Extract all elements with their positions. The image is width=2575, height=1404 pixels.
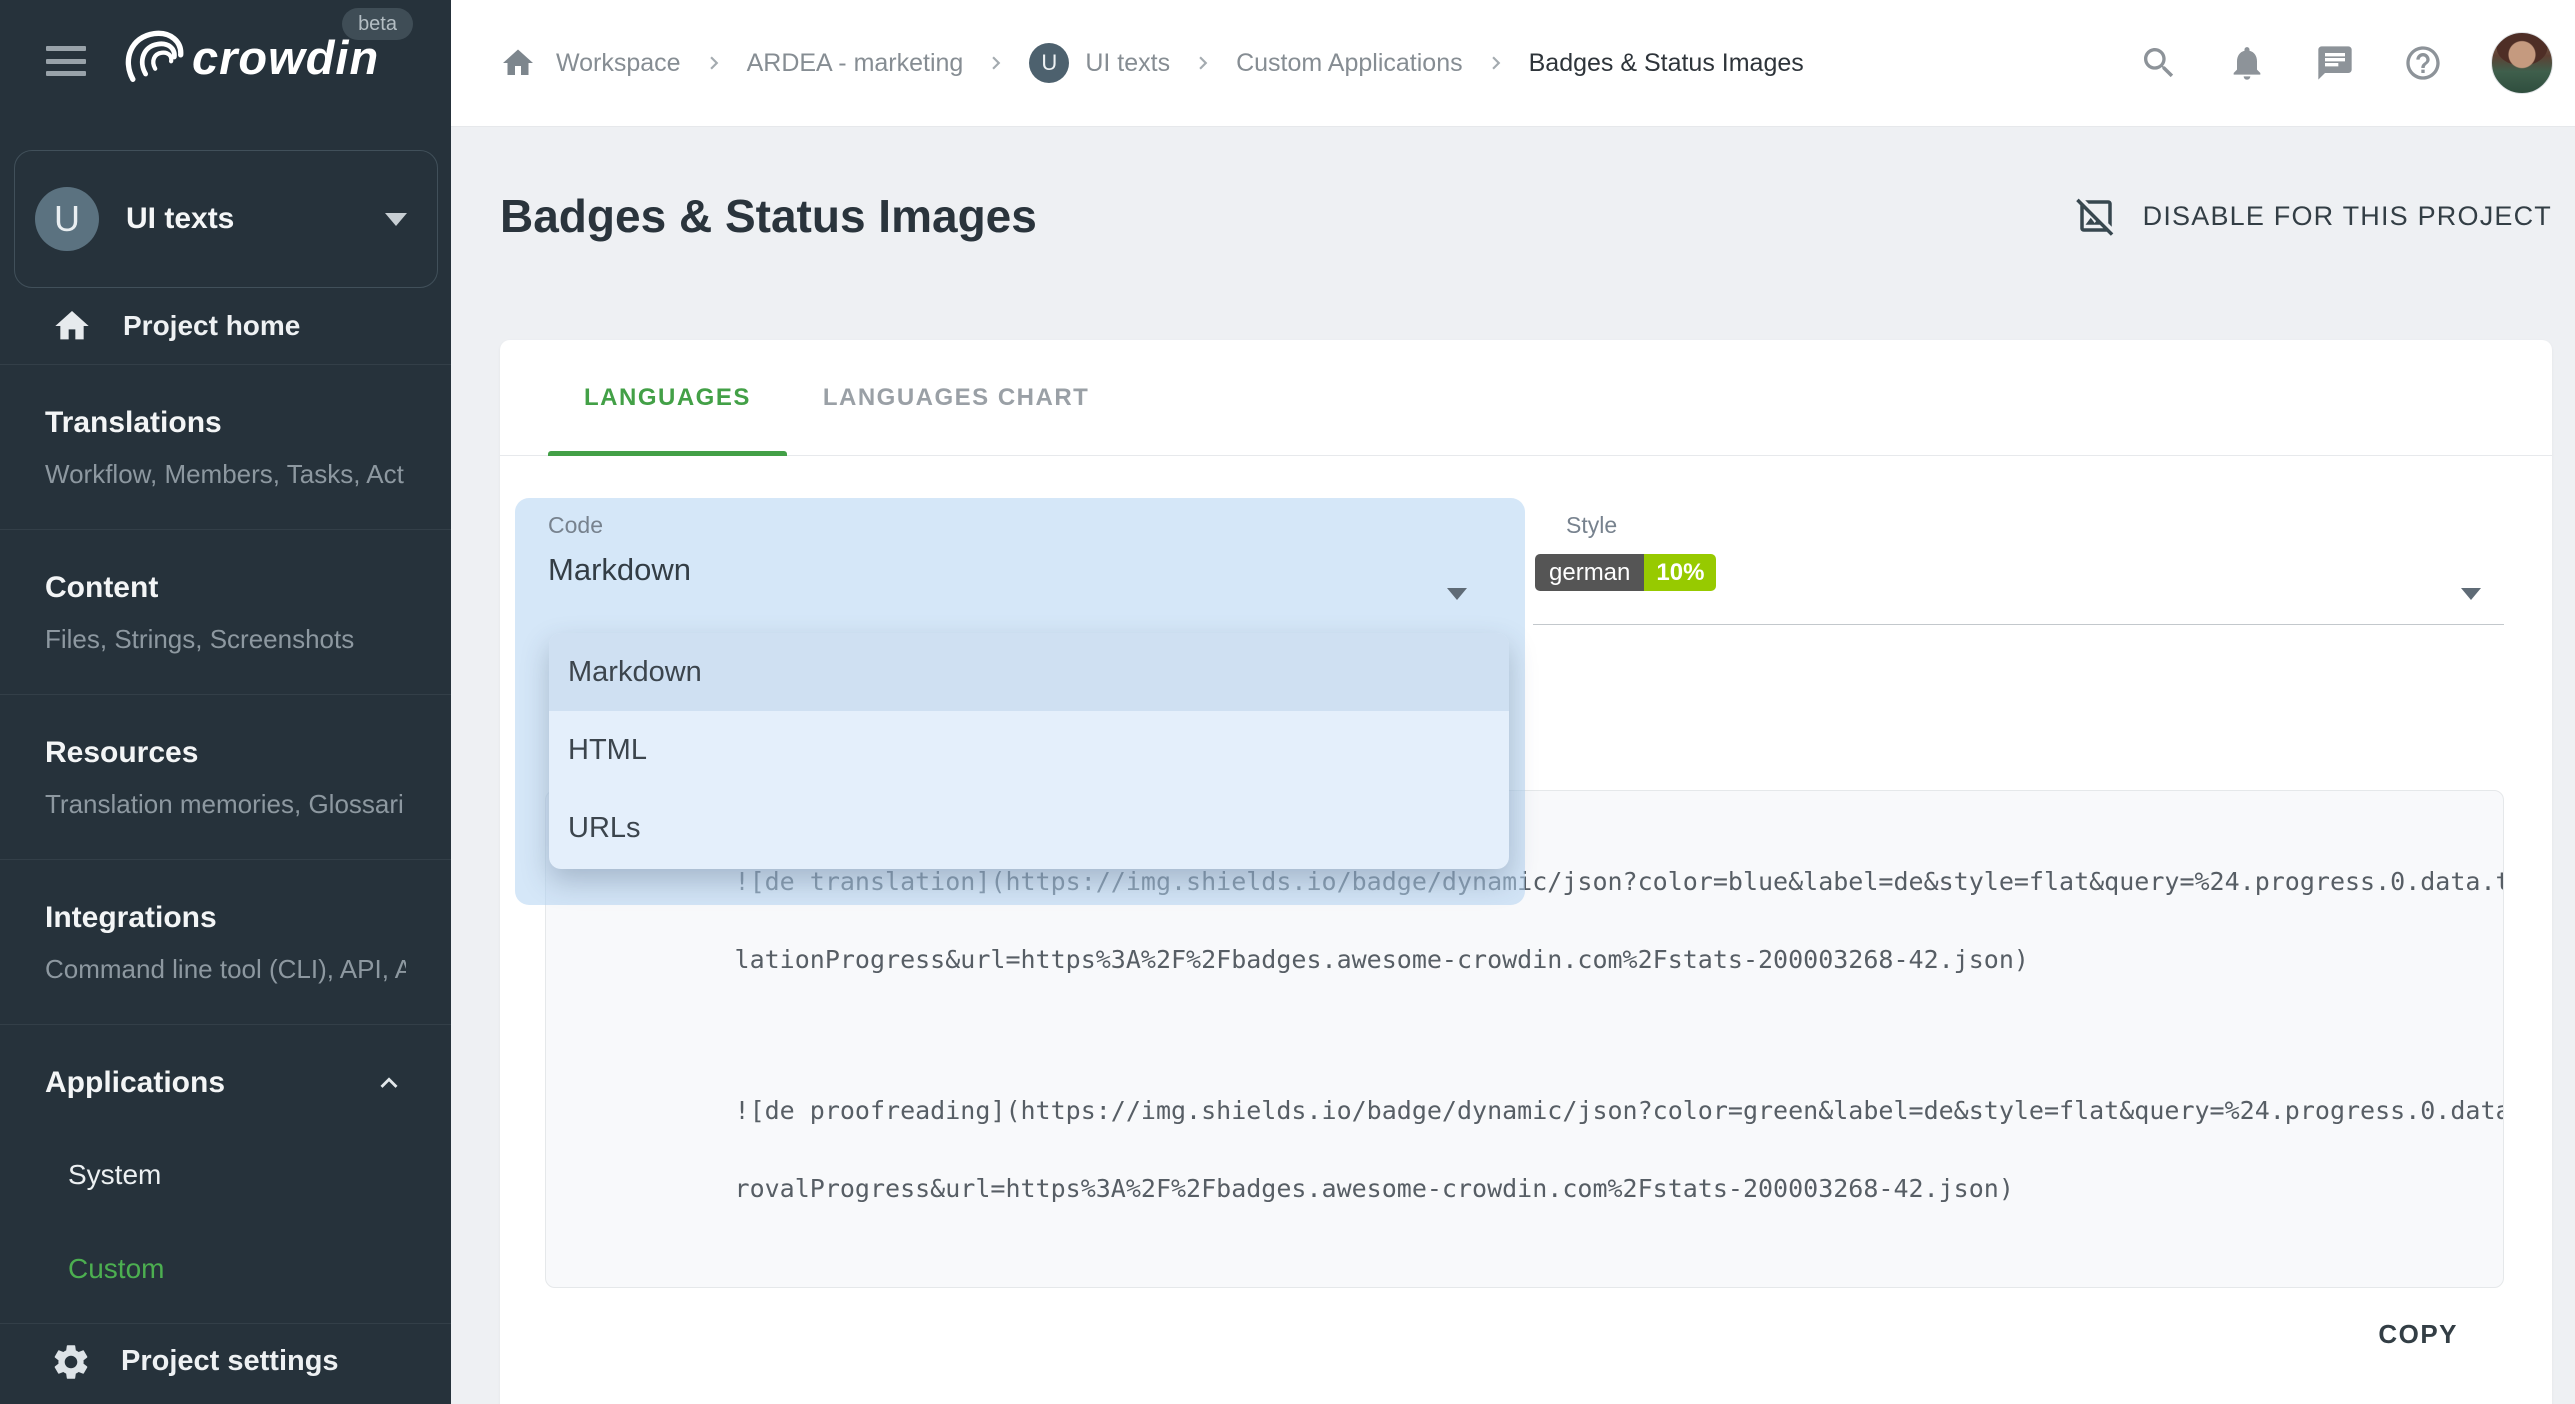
breadcrumb-item-workspace[interactable]: Workspace — [556, 49, 681, 78]
gear-icon — [50, 1341, 92, 1383]
sidebar-item-custom[interactable]: Custom — [68, 1253, 406, 1285]
badge-progress-segment: 10% — [1644, 554, 1716, 591]
sidebar-item-resources[interactable]: Resources Translation memories, Glossari… — [0, 695, 451, 860]
section-title: Translations — [45, 405, 406, 441]
section-title: Content — [45, 570, 406, 606]
project-name: UI texts — [126, 202, 385, 236]
user-avatar[interactable] — [2491, 32, 2553, 94]
disable-for-project-button[interactable]: DISABLE FOR THIS PROJECT — [2075, 195, 2552, 237]
sidebar-item-applications: Applications System Custom — [0, 1025, 451, 1324]
project-selector[interactable]: U UI texts — [14, 150, 438, 288]
sidebar-item-system[interactable]: System — [68, 1159, 406, 1191]
badge-language-segment: german — [1535, 554, 1644, 591]
chevron-right-icon — [983, 50, 1009, 76]
section-title: Applications — [45, 1065, 225, 1101]
badges-card: LANGUAGES LANGUAGES CHART ![de translati… — [500, 340, 2552, 1404]
code-select-dropdown: Markdown HTML URLs — [549, 633, 1509, 869]
sidebar-item-content[interactable]: Content Files, Strings, Screenshots — [0, 530, 451, 695]
sidebar-item-project-home[interactable]: Project home — [0, 288, 451, 365]
tab-languages[interactable]: LANGUAGES — [548, 340, 787, 455]
sidebar-sections: Translations Workflow, Members, Tasks, A… — [0, 365, 451, 1324]
code-snippet: ![pl translation](https://img.shields.io… — [584, 1281, 2475, 1288]
image-not-supported-icon — [2075, 195, 2117, 237]
dropdown-option-html[interactable]: HTML — [549, 711, 1509, 789]
breadcrumb: Workspace ARDEA - marketing U UI texts C… — [500, 43, 2109, 83]
section-description: Files, Strings, Screenshots — [45, 624, 406, 654]
sidebar-item-label: Project home — [123, 310, 300, 342]
copy-button[interactable]: COPY — [2372, 1318, 2464, 1351]
breadcrumb-item-current: Badges & Status Images — [1529, 49, 1804, 78]
chevron-right-icon — [1190, 50, 1216, 76]
tab-languages-chart[interactable]: LANGUAGES CHART — [787, 340, 1126, 455]
section-description: Command line tool (CLI), API, A… — [45, 954, 406, 984]
topbar-actions — [2139, 32, 2553, 94]
messages-chat-icon[interactable] — [2315, 43, 2355, 83]
page-title: Badges & Status Images — [500, 189, 1037, 243]
chevron-down-icon — [385, 213, 407, 226]
breadcrumb-item-label: UI texts — [1085, 49, 1170, 78]
chevron-up-icon — [372, 1066, 406, 1100]
sidebar-item-translations[interactable]: Translations Workflow, Members, Tasks, A… — [0, 365, 451, 530]
code-snippet: ![de proofreading](https://img.shields.i… — [584, 1052, 2475, 1247]
project-avatar: U — [1029, 43, 1069, 83]
code-select[interactable]: Code Markdown Markdown HTML URLs — [515, 498, 1525, 905]
page-header: Badges & Status Images DISABLE FOR THIS … — [500, 189, 2552, 243]
chevron-right-icon — [701, 50, 727, 76]
sidebar-item-integrations[interactable]: Integrations Command line tool (CLI), AP… — [0, 860, 451, 1025]
help-icon[interactable] — [2403, 43, 2443, 83]
notifications-bell-icon[interactable] — [2227, 43, 2267, 83]
style-select-label: Style — [1566, 512, 1617, 539]
hamburger-menu-icon[interactable] — [46, 46, 86, 76]
tab-bar: LANGUAGES LANGUAGES CHART — [500, 340, 2552, 456]
breadcrumb-item-project[interactable]: U UI texts — [1029, 43, 1170, 83]
topbar: Workspace ARDEA - marketing U UI texts C… — [451, 0, 2575, 127]
crowdin-app: crowdin beta U UI texts Project home Tra… — [0, 0, 2575, 1404]
search-icon[interactable] — [2139, 43, 2179, 83]
breadcrumb-item-custom-applications[interactable]: Custom Applications — [1236, 49, 1463, 78]
applications-header[interactable]: Applications — [45, 1065, 406, 1101]
sidebar: crowdin beta U UI texts Project home Tra… — [0, 0, 451, 1404]
crowdin-logo[interactable]: crowdin — [118, 26, 379, 88]
chevron-right-icon — [1483, 50, 1509, 76]
code-select-label: Code — [548, 512, 603, 539]
dropdown-option-markdown[interactable]: Markdown — [549, 633, 1509, 711]
breadcrumb-home-icon[interactable] — [500, 45, 536, 81]
main-content: Badges & Status Images DISABLE FOR THIS … — [451, 127, 2575, 1404]
section-description: Translation memories, Glossari… — [45, 789, 406, 819]
section-title: Integrations — [45, 900, 406, 936]
breadcrumb-item-project-group[interactable]: ARDEA - marketing — [747, 49, 964, 78]
section-description: Workflow, Members, Tasks, Act… — [45, 459, 406, 489]
badge-preview: german 10% — [1535, 554, 1716, 591]
disable-button-label: DISABLE FOR THIS PROJECT — [2143, 201, 2552, 232]
code-select-value: Markdown — [548, 552, 691, 588]
project-avatar: U — [35, 187, 99, 251]
sidebar-item-label: Project settings — [121, 1345, 339, 1378]
home-icon — [52, 306, 92, 346]
style-select[interactable]: Style german 10% — [1533, 498, 2504, 628]
sidebar-item-project-settings[interactable]: Project settings — [0, 1319, 451, 1404]
crowdin-swirl-icon — [118, 26, 186, 88]
section-title: Resources — [45, 735, 406, 771]
sidebar-top: crowdin beta — [0, 0, 451, 130]
chevron-down-icon — [1447, 588, 1467, 600]
chevron-down-icon — [2461, 588, 2481, 600]
beta-badge: beta — [342, 8, 413, 40]
dropdown-option-urls[interactable]: URLs — [549, 789, 1509, 867]
